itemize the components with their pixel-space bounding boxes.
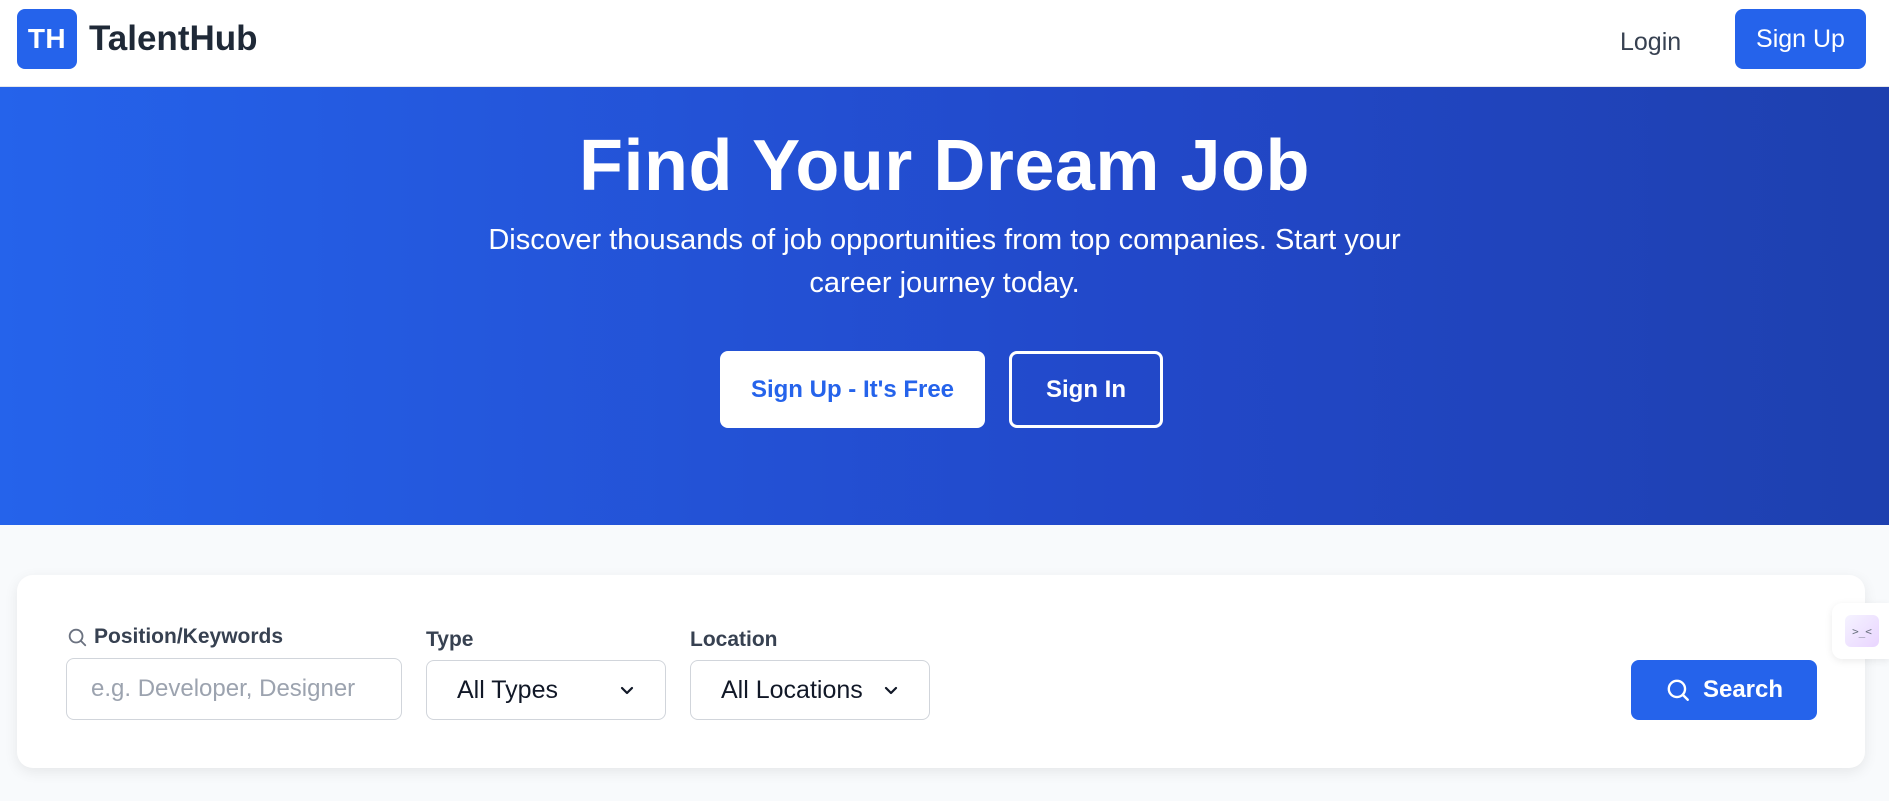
- job-search-card: Position/Keywords Type All Types Locatio…: [17, 575, 1865, 768]
- hero-title: Find Your Dream Job: [579, 126, 1310, 206]
- hero-actions: Sign Up - It's Free Sign In: [720, 351, 1163, 428]
- chevron-down-icon: [884, 686, 898, 695]
- hero-signup-button[interactable]: Sign Up - It's Free: [720, 351, 985, 428]
- location-select-value: All Locations: [721, 675, 863, 704]
- search-icon: [66, 626, 88, 648]
- brand[interactable]: TH TalentHub: [17, 9, 258, 69]
- location-select[interactable]: All Locations: [690, 660, 930, 720]
- brand-logo[interactable]: TH: [17, 9, 77, 69]
- hero-subtitle: Discover thousands of job opportunities …: [488, 224, 1401, 299]
- brand-name[interactable]: TalentHub: [89, 19, 258, 59]
- hero-section: Find Your Dream Job Discover thousands o…: [0, 87, 1889, 525]
- location-label: Location: [690, 628, 778, 651]
- type-select-value: All Types: [457, 675, 558, 704]
- search-button-label: Search: [1702, 676, 1784, 703]
- chevron-down-icon: [620, 686, 634, 695]
- top-navbar: TH TalentHub Login Sign Up: [0, 0, 1889, 87]
- type-label: Type: [426, 628, 474, 651]
- keywords-label: Position/Keywords: [66, 625, 283, 649]
- search-button[interactable]: Search: [1631, 660, 1817, 720]
- login-link[interactable]: Login: [1620, 22, 1681, 62]
- search-icon: [1667, 679, 1689, 701]
- keywords-label-text: Position/Keywords: [94, 625, 284, 648]
- keywords-input[interactable]: [66, 658, 402, 720]
- hero-signin-button[interactable]: Sign In: [1009, 351, 1163, 428]
- type-select[interactable]: All Types: [426, 660, 666, 720]
- signup-button[interactable]: Sign Up: [1735, 9, 1866, 69]
- side-widget-icon[interactable]: >_<: [1845, 615, 1879, 647]
- floating-side-widget[interactable]: >_<: [1832, 603, 1889, 659]
